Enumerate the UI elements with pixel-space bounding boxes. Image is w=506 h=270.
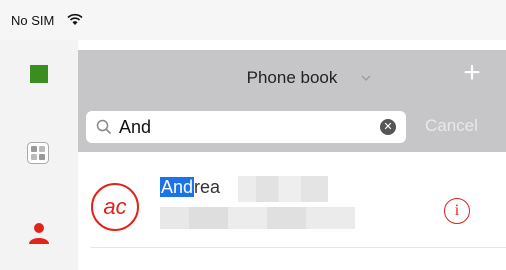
add-contact-button[interactable]: + — [457, 58, 487, 88]
search-input[interactable]: And ✕ — [86, 111, 406, 143]
grid-icon[interactable] — [27, 142, 49, 164]
name-rest: rea — [194, 177, 221, 197]
redacted-surname — [238, 176, 328, 202]
carrier-label: No SIM — [11, 13, 55, 28]
search-query[interactable]: And — [119, 117, 151, 138]
info-icon[interactable]: i — [444, 198, 470, 224]
search-bar: And ✕ Cancel — [78, 104, 506, 152]
status-bar: No SIM — [0, 0, 506, 40]
chevron-down-icon[interactable] — [361, 74, 371, 82]
name-match-highlight: And — [160, 177, 195, 197]
avatar: ac — [91, 183, 139, 231]
person-icon[interactable] — [28, 222, 50, 244]
sidebar — [0, 40, 78, 270]
redacted-number — [160, 207, 355, 229]
cancel-button[interactable]: Cancel — [425, 116, 478, 136]
magnifier-icon — [96, 119, 112, 135]
green-square-icon[interactable] — [30, 65, 48, 83]
contact-name: Andrea — [160, 175, 220, 199]
clear-search-icon[interactable]: ✕ — [380, 119, 396, 135]
nav-bar: Phone book + — [78, 50, 506, 104]
list-item[interactable]: ac Andrea i — [78, 152, 506, 244]
page-title[interactable]: Phone book — [78, 68, 506, 88]
wifi-icon — [67, 13, 83, 25]
divider — [91, 247, 506, 248]
phone-book-panel: Phone book + And ✕ Cancel ac Andrea i — [78, 40, 506, 270]
